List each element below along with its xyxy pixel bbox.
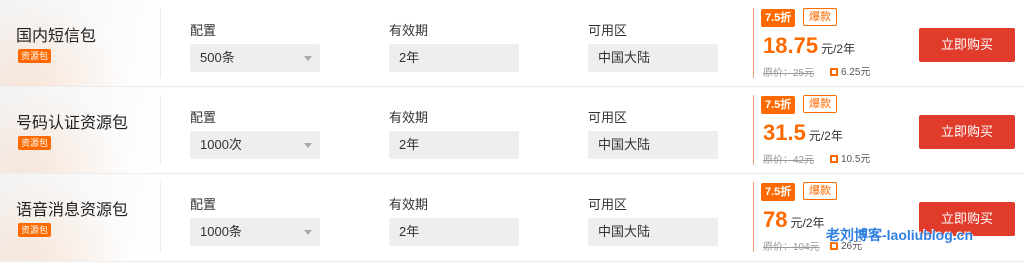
config-label: 配置 <box>190 110 217 125</box>
config-select[interactable]: 500条 <box>190 44 320 72</box>
price-value: 78 <box>763 207 788 232</box>
product-row: 号码认证资源包 资源包 配置 1000次 有效期 2年 可用区 中国大陆 7.5… <box>0 87 1024 174</box>
config-select[interactable]: 1000次 <box>190 131 320 159</box>
hot-badge: 爆款 <box>803 8 837 26</box>
validity-field: 2年 <box>389 218 519 246</box>
saving-value: 6.25元 <box>841 67 871 78</box>
config-label: 配置 <box>190 197 217 212</box>
discount-badge: 7.5折 <box>761 183 796 201</box>
price-divider <box>753 8 754 78</box>
divider <box>160 8 161 78</box>
saving: 10.5元 <box>830 150 870 165</box>
region-value: 中国大陆 <box>598 50 651 65</box>
product-row: 语音消息资源包 资源包 配置 1000条 有效期 2年 可用区 中国大陆 7.5… <box>0 174 1024 262</box>
config-select[interactable]: 1000条 <box>190 218 320 246</box>
saving-icon <box>830 68 838 76</box>
saving: 6.25元 <box>830 63 870 78</box>
price-value: 31.5 <box>763 120 806 145</box>
region-label: 可用区 <box>588 197 628 212</box>
region-field: 中国大陆 <box>588 44 718 72</box>
config-value: 500条 <box>200 50 235 65</box>
watermark: 老刘博客-laoliublog.cn <box>826 227 973 243</box>
divider <box>160 95 161 165</box>
product-list: 国内短信包 资源包 配置 500条 有效期 2年 可用区 中国大陆 7.5折 爆… <box>0 0 1024 262</box>
hot-badge: 爆款 <box>803 95 837 113</box>
price-divider <box>753 182 754 252</box>
chevron-down-icon <box>304 230 312 235</box>
region-field: 中国大陆 <box>588 218 718 246</box>
config-label: 配置 <box>190 23 217 38</box>
price: 78 元/2年 <box>763 207 825 233</box>
region-label: 可用区 <box>588 23 628 38</box>
chevron-down-icon <box>304 56 312 61</box>
resource-pack-badge: 资源包 <box>18 49 52 63</box>
chevron-down-icon <box>304 143 312 148</box>
buy-now-button[interactable]: 立即购买 <box>919 28 1015 62</box>
saving-value: 10.5元 <box>841 154 871 165</box>
price-divider <box>753 95 754 165</box>
buy-now-button[interactable]: 立即购买 <box>919 115 1015 149</box>
resource-pack-badge: 资源包 <box>18 136 52 150</box>
product-row: 国内短信包 资源包 配置 500条 有效期 2年 可用区 中国大陆 7.5折 爆… <box>0 0 1024 87</box>
discount-badge: 7.5折 <box>761 96 796 114</box>
price-unit: 元/2年 <box>790 216 825 230</box>
region-value: 中国大陆 <box>598 137 651 152</box>
saving-icon <box>830 155 838 163</box>
config-value: 1000次 <box>200 137 242 152</box>
config-value: 1000条 <box>200 224 242 239</box>
region-value: 中国大陆 <box>598 224 651 239</box>
validity-label: 有效期 <box>389 110 429 125</box>
validity-label: 有效期 <box>389 197 429 212</box>
price: 31.5 元/2年 <box>763 120 843 146</box>
product-name: 语音消息资源包 <box>16 202 129 219</box>
validity-value: 2年 <box>399 50 420 65</box>
hot-badge: 爆款 <box>803 182 837 200</box>
original-price: 原价：42元 <box>763 155 815 166</box>
original-price: 原价：25元 <box>763 68 815 79</box>
product-name: 国内短信包 <box>16 28 97 45</box>
divider <box>160 182 161 252</box>
price-value: 18.75 <box>763 33 819 58</box>
validity-field: 2年 <box>389 44 519 72</box>
price-unit: 元/2年 <box>808 129 843 143</box>
validity-value: 2年 <box>399 137 420 152</box>
validity-field: 2年 <box>389 131 519 159</box>
discount-badge: 7.5折 <box>761 9 796 27</box>
product-name: 号码认证资源包 <box>16 115 129 132</box>
validity-value: 2年 <box>399 224 420 239</box>
region-label: 可用区 <box>588 110 628 125</box>
price-unit: 元/2年 <box>821 42 856 56</box>
price: 18.75 元/2年 <box>763 33 855 59</box>
validity-label: 有效期 <box>389 23 429 38</box>
region-field: 中国大陆 <box>588 131 718 159</box>
resource-pack-badge: 资源包 <box>18 223 52 237</box>
original-price: 原价：104元 <box>763 242 820 253</box>
